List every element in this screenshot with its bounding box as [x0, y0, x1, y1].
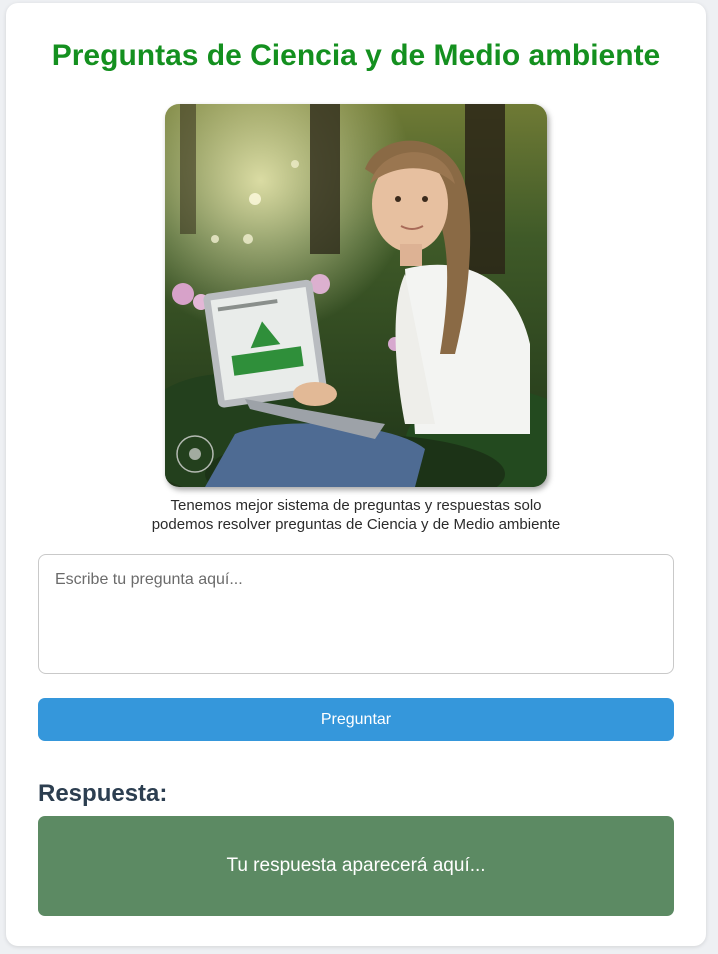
page-title: Preguntas de Ciencia y de Medio ambiente — [51, 39, 661, 72]
main-card: Preguntas de Ciencia y de Medio ambiente — [6, 3, 706, 946]
answer-box: Tu respuesta aparecerá aquí... — [38, 816, 674, 916]
image-caption: Tenemos mejor sistema de preguntas y res… — [6, 496, 706, 534]
answer-heading: Respuesta: — [38, 780, 168, 807]
caption-line-2: podemos resolver preguntas de Ciencia y … — [151, 516, 561, 533]
question-input[interactable] — [38, 554, 674, 674]
ask-button[interactable]: Preguntar — [38, 698, 674, 741]
answer-text: Tu respuesta aparecerá aquí... — [226, 855, 486, 876]
hero-image — [165, 104, 547, 487]
caption-line-1: Tenemos mejor sistema de preguntas y res… — [170, 497, 542, 514]
